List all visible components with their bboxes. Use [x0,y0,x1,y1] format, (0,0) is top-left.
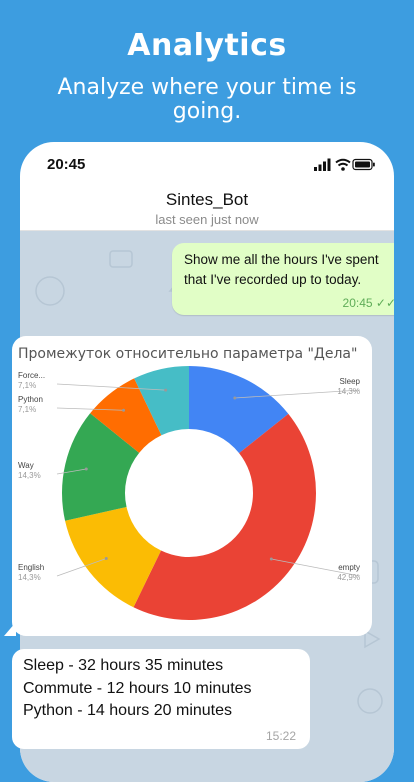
double-check-icon: ✓✓ [375,296,394,310]
status-time: 20:45 [47,156,86,173]
incoming-message-line: Python - 14 hours 20 minutes [23,702,233,719]
incoming-message[interactable]: Sleep - 32 hours 35 minutes Commute - 12… [12,649,310,749]
slice-label: Way [18,461,34,470]
bot-last-seen: last seen just now [155,212,259,227]
battery-icon [352,158,375,171]
incoming-bubble-tail [4,622,16,636]
outgoing-message[interactable]: Show me all the hours I've spent that I'… [172,243,394,315]
slice-value-label: 42,9% [337,573,360,582]
slice-label: Force... [18,371,45,380]
slice-value-label: 7,1% [18,381,36,390]
slice-leader-dot [269,557,273,561]
outgoing-message-time: 20:45 [342,296,373,310]
slice-leader-dot [104,556,108,560]
slice-value-label: 14,3% [18,471,41,480]
slice-leader-dot [233,396,237,400]
slice-label: English [18,563,44,572]
slice-label: Python [18,395,43,404]
pie-slice [133,413,316,620]
slice-leader-dot [164,388,168,392]
slice-value-label: 14,3% [18,573,41,582]
slice-label: Sleep [340,377,361,386]
status-icons-svg [314,158,375,171]
slice-value-label: 14,3% [337,387,360,396]
incoming-message-line: Sleep - 32 hours 35 minutes [23,657,224,674]
incoming-message-time: 15:22 [265,729,296,743]
status-icons [314,158,376,172]
promo-title: Analytics [127,28,287,63]
slice-value-label: 7,1% [18,405,36,414]
slice-leader-dot [122,408,126,412]
bot-name: Sintes_Bot [165,190,249,209]
chat-header[interactable]: Sintes_Bot last seen just now [20,186,394,231]
slice-label: empty [338,563,360,572]
chart-image-message[interactable]: Промежуток относительно параметра "Дела"… [12,336,372,636]
incoming-message-line: Commute - 12 hours 10 minutes [23,679,252,697]
outgoing-message-meta: 20:45 ✓✓ [343,296,394,310]
status-bar: 20:45 [20,142,394,186]
signal-icon [314,158,331,171]
outgoing-message-text: Show me all the hours I've spent that I'… [184,252,379,287]
slice-leader-dot [84,467,88,471]
donut-chart: Sleep14,3%empty42,9%English14,3%Way14,3%… [18,366,361,620]
promo-subtitle: Analyze where your time is going. [57,75,357,124]
wifi-icon [335,158,351,171]
